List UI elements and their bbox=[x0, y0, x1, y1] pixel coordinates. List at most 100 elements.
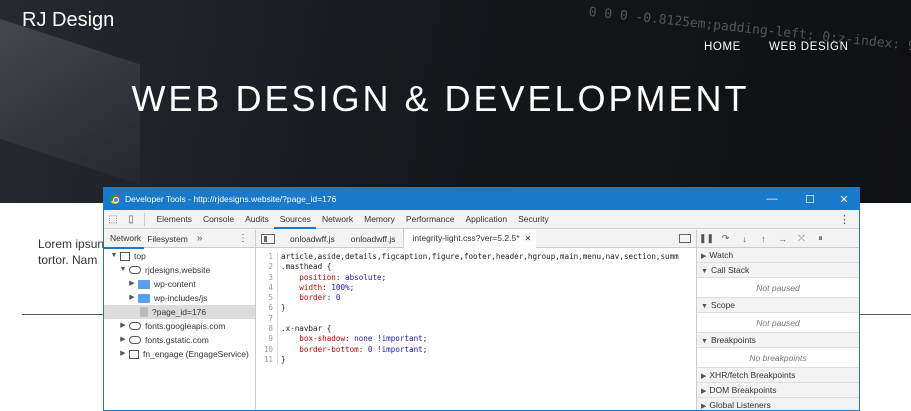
section-arrow-icon: ▶ bbox=[701, 253, 707, 260]
tab-audits[interactable]: Audits bbox=[240, 210, 275, 229]
line-number[interactable]: 1 bbox=[256, 252, 273, 262]
step-over-icon[interactable]: ↷ bbox=[716, 233, 735, 244]
toggle-navigator-icon[interactable] bbox=[261, 233, 275, 244]
line-number[interactable]: 9 bbox=[256, 334, 273, 344]
line-number[interactable]: 7 bbox=[256, 314, 273, 324]
tree-item[interactable]: ▼ rjdesigns.website bbox=[104, 263, 255, 277]
more-tabs-icon[interactable]: » bbox=[197, 233, 203, 244]
collapsed-arrow-icon[interactable]: ▶ bbox=[119, 333, 127, 347]
tree-item-label: ?page_id=176 bbox=[152, 307, 207, 317]
expanded-arrow-icon[interactable]: ▼ bbox=[119, 263, 127, 277]
tab-network[interactable]: Network bbox=[316, 210, 358, 229]
tree-item[interactable]: ▼ top bbox=[104, 249, 255, 263]
tab-application[interactable]: Application bbox=[460, 210, 513, 229]
device-toggle-icon[interactable]: ▯ bbox=[122, 214, 140, 225]
close-tab-icon[interactable]: ✕ bbox=[524, 234, 531, 243]
devtools-titlebar[interactable]: Developer Tools - http://rjdesigns.websi… bbox=[104, 188, 859, 210]
file-tab-active[interactable]: integrity-light.css?ver=5.2.5* ✕ bbox=[403, 229, 537, 248]
code-line: .x-navbar { bbox=[281, 324, 332, 334]
devtools-title: Developer Tools - http://rjdesigns.websi… bbox=[125, 194, 337, 204]
hero-banner: 0 0 0 -0.8125em; padding-left: 0; z-index:… bbox=[0, 0, 911, 203]
page: 0 0 0 -0.8125em; padding-left: 0; z-index:… bbox=[0, 0, 911, 411]
tree-item-label: wp-content bbox=[154, 279, 196, 289]
tab-sources[interactable]: Sources bbox=[274, 210, 317, 229]
step-icon[interactable]: → bbox=[773, 234, 792, 244]
code-line: } bbox=[281, 303, 286, 313]
tab-performance[interactable]: Performance bbox=[400, 210, 460, 229]
pause-on-exceptions-icon[interactable]: ⏸ bbox=[811, 233, 830, 244]
subtab-network[interactable]: Network bbox=[104, 229, 145, 249]
collapsed-arrow-icon[interactable]: ▶ bbox=[128, 277, 136, 291]
tree-item[interactable]: ▶ fonts.gstatic.com bbox=[104, 333, 255, 347]
step-out-icon[interactable]: ↑ bbox=[754, 234, 773, 244]
tree-item[interactable]: ▶ wp-includes/js bbox=[104, 291, 255, 305]
code-line: .masthead { bbox=[281, 262, 332, 272]
section-arrow-icon: ▶ bbox=[701, 373, 707, 380]
expanded-arrow-icon[interactable]: ▼ bbox=[110, 249, 118, 263]
section-scope[interactable]: ▼ Scope bbox=[697, 298, 859, 313]
file-tab[interactable]: onloadwff.js bbox=[343, 230, 404, 248]
code-line: border-bottom: 0 !important; bbox=[299, 344, 428, 354]
line-number[interactable]: 5 bbox=[256, 293, 273, 303]
body-text: Lorem ipsun tortor. Nam bbox=[38, 237, 105, 267]
section-label: Global Listeners bbox=[709, 400, 771, 410]
section-breakpoints[interactable]: ▼ Breakpoints bbox=[697, 333, 859, 348]
tree-item[interactable]: ?page_id=176 bbox=[104, 305, 255, 319]
cloud-icon bbox=[129, 336, 141, 344]
divider bbox=[22, 314, 108, 315]
pause-icon[interactable]: ❚❚ bbox=[697, 233, 716, 244]
section-arrow-icon: ▼ bbox=[701, 303, 708, 310]
close-button[interactable]: ✕ bbox=[828, 188, 859, 210]
collapsed-arrow-icon[interactable]: ▶ bbox=[119, 319, 127, 333]
frame-icon bbox=[129, 349, 139, 359]
chrome-icon bbox=[110, 194, 120, 204]
tree-item[interactable]: ▶ fonts.googleapis.com bbox=[104, 319, 255, 333]
code-line: position: absolute; bbox=[299, 272, 387, 282]
devtools-tabbar: ⬚ ▯ Elements Console Audits Sources Netw… bbox=[104, 210, 859, 229]
navigator-pane: Network Filesystem » ⋮ ▼ top ▼ rjdesigns.we… bbox=[104, 230, 256, 410]
line-number[interactable]: 8 bbox=[256, 324, 273, 334]
tab-memory[interactable]: Memory bbox=[359, 210, 401, 229]
file-tab[interactable]: onloadwff.js bbox=[282, 230, 343, 248]
maximize-button[interactable]: ☐ bbox=[794, 188, 826, 210]
tree-item-label: fn_engage (EngageService) bbox=[143, 349, 249, 359]
collapsed-arrow-icon[interactable]: ▶ bbox=[128, 291, 136, 305]
site-logo[interactable]: RJ Design bbox=[22, 9, 114, 32]
section-status: Not paused bbox=[697, 278, 859, 298]
section-global-listeners[interactable]: ▶ Global Listeners bbox=[697, 398, 859, 410]
section-xhr-fetch-breakpoints[interactable]: ▶ XHR/fetch Breakpoints bbox=[697, 368, 859, 383]
step-into-icon[interactable]: ↓ bbox=[735, 234, 754, 244]
section-status: No breakpoints bbox=[697, 348, 859, 368]
toggle-debugger-icon[interactable] bbox=[679, 234, 691, 243]
subtab-filesystem[interactable]: Filesystem bbox=[144, 230, 191, 248]
section-dom-breakpoints[interactable]: ▶ DOM Breakpoints bbox=[697, 383, 859, 398]
tree-item[interactable]: ▶ fn_engage (EngageService) bbox=[104, 347, 255, 361]
line-number[interactable]: 2 bbox=[256, 262, 273, 272]
section-arrow-icon: ▼ bbox=[701, 338, 708, 345]
code-editor[interactable]: 1 2 3 4 5 6 7 8 9 10 11 article,aside,details,figc… bbox=[256, 248, 696, 366]
tab-elements[interactable]: Elements bbox=[151, 210, 197, 229]
section-call-stack[interactable]: ▼ Call Stack bbox=[697, 263, 859, 278]
nav-home[interactable]: HOME bbox=[704, 41, 741, 53]
tree-item-label: fonts.gstatic.com bbox=[145, 335, 209, 345]
tab-console[interactable]: Console bbox=[197, 210, 239, 229]
collapsed-arrow-icon[interactable]: ▶ bbox=[119, 347, 127, 361]
section-arrow-icon: ▼ bbox=[701, 268, 708, 275]
line-number[interactable]: 10 bbox=[256, 345, 273, 355]
section-status: Not paused bbox=[697, 313, 859, 333]
minimize-button[interactable]: — bbox=[756, 188, 788, 210]
nav-web-design[interactable]: WEB DESIGN bbox=[769, 41, 848, 53]
deactivate-breakpoints-icon[interactable]: ⤫ bbox=[792, 233, 811, 244]
line-number[interactable]: 11 bbox=[256, 355, 273, 365]
tree-item[interactable]: ▶ wp-content bbox=[104, 277, 255, 291]
line-number[interactable]: 3 bbox=[256, 273, 273, 283]
section-watch[interactable]: ▶ Watch bbox=[697, 248, 859, 263]
more-menu-icon[interactable]: ⋮ bbox=[839, 213, 850, 226]
divider bbox=[856, 314, 911, 315]
inspect-icon[interactable]: ⬚ bbox=[104, 214, 122, 225]
tab-security[interactable]: Security bbox=[513, 210, 555, 229]
source-text[interactable]: article,aside,details,figcaption,figure,… bbox=[278, 252, 693, 365]
navigator-menu-icon[interactable]: ⋮ bbox=[238, 233, 248, 244]
line-number[interactable]: 6 bbox=[256, 303, 273, 313]
line-number[interactable]: 4 bbox=[256, 283, 273, 293]
